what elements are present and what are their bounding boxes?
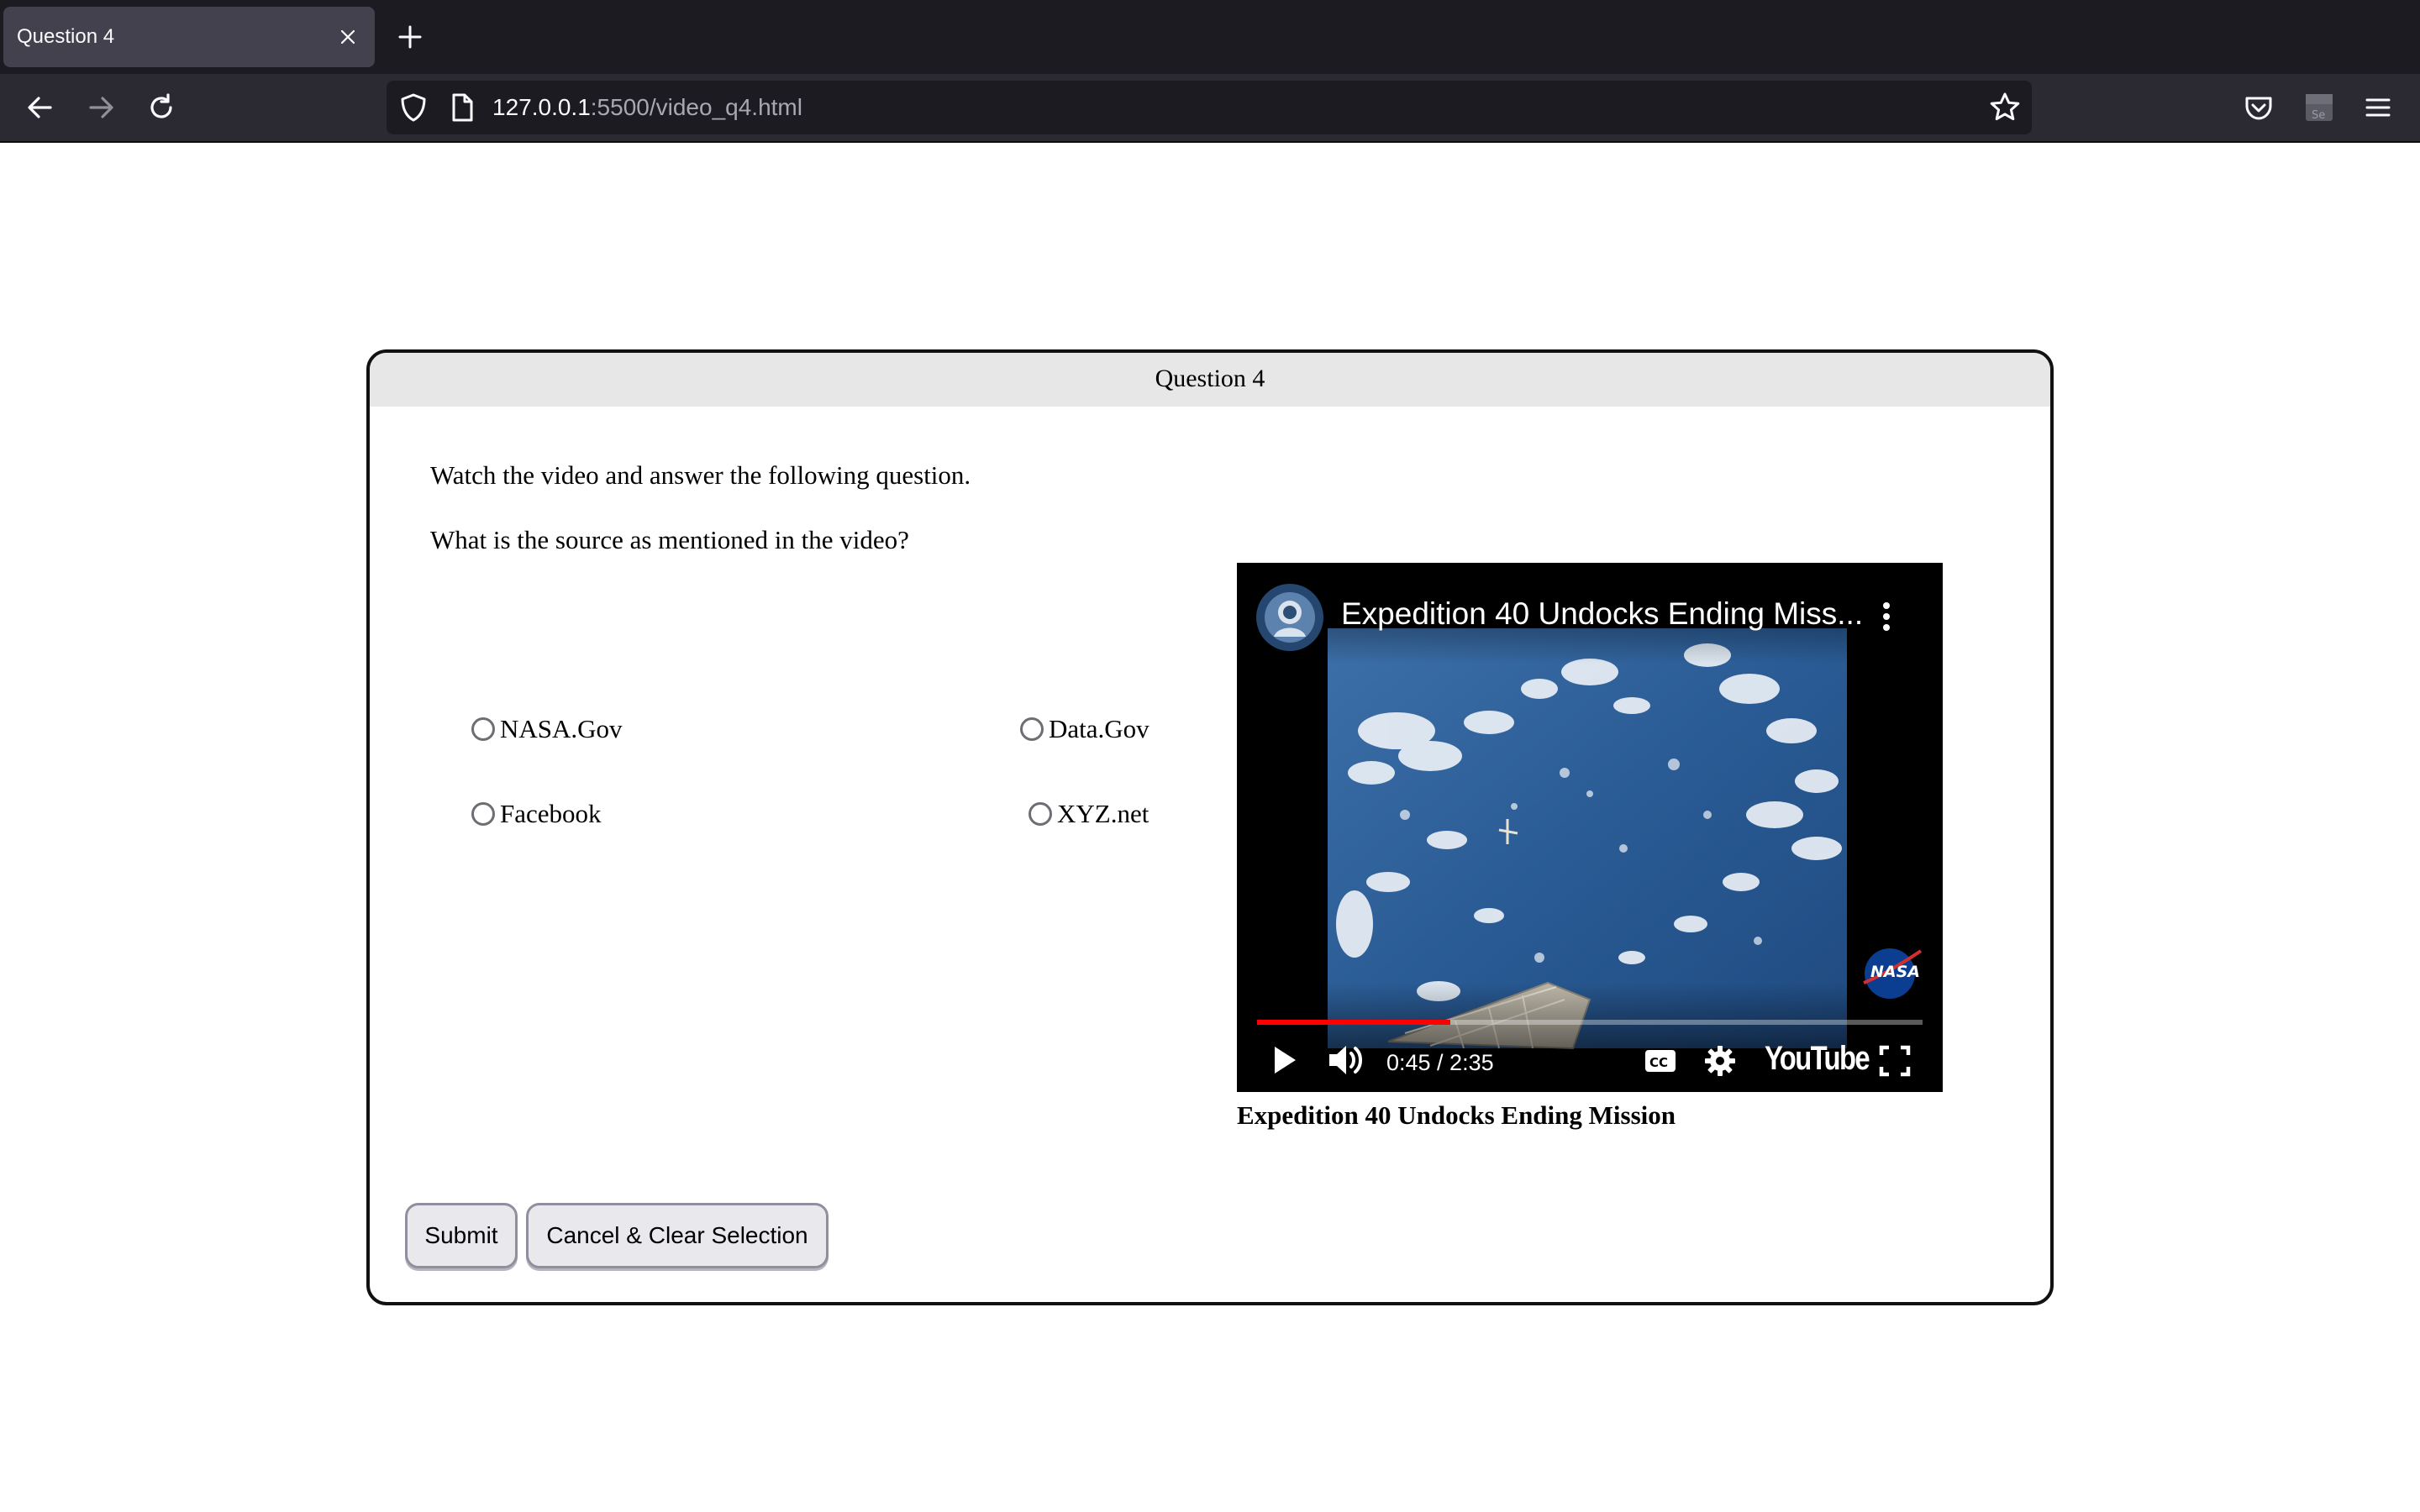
progress-fill [1257,1020,1450,1025]
url-host: 127.0.0.1 [492,94,591,120]
tab-active[interactable]: Question 4 [3,7,375,67]
progress-track[interactable] [1257,1020,1923,1025]
option-nasa-gov[interactable]: NASA.Gov [471,711,623,748]
tab-title: Question 4 [17,25,115,48]
video-title[interactable]: Expedition 40 Undocks Ending Miss... [1341,596,1863,632]
volume-icon[interactable] [1328,1043,1365,1077]
play-icon[interactable] [1272,1045,1297,1075]
extension-icon[interactable]: Se [2301,89,2338,126]
channel-avatar[interactable] [1255,583,1324,652]
option-xyz-net[interactable]: XYZ.net [1028,795,1149,832]
option-facebook[interactable]: Facebook [471,795,602,832]
page-icon[interactable] [445,91,479,124]
option-label: XYZ.net [1057,799,1150,828]
menu-icon[interactable] [2360,89,2396,126]
star-icon[interactable] [1986,89,2023,126]
radio-button[interactable] [1028,802,1052,826]
card-header: Question 4 [370,353,2050,407]
cc-icon[interactable]: CC [1644,1048,1677,1074]
youtube-logo[interactable]: YouTube [1765,1040,1870,1078]
shield-icon[interactable] [397,91,430,124]
svg-text:CC: CC [1649,1055,1668,1070]
video-frame[interactable] [1237,563,1943,1092]
back-icon[interactable] [22,89,59,126]
submit-button[interactable]: Submit [405,1203,518,1268]
url-text[interactable]: 127.0.0.1:5500/video_q4.html [492,81,802,134]
reload-icon[interactable] [143,89,180,126]
question-prompt: What is the source as mentioned in the v… [430,525,909,554]
forward-icon[interactable] [82,89,119,126]
video-time: 0:45 / 2:35 [1386,1050,1494,1075]
question-card: Question 4 Watch the video and answer th… [366,349,2054,1305]
option-label: Data.Gov [1049,714,1150,743]
svg-text:Se: Se [2312,109,2325,122]
cancel-clear-button[interactable]: Cancel & Clear Selection [526,1203,829,1268]
radio-button[interactable] [1020,717,1044,741]
settings-icon[interactable] [1704,1045,1736,1077]
pocket-icon[interactable] [2240,89,2277,126]
fullscreen-icon[interactable] [1879,1045,1911,1077]
instruction-text: Watch the video and answer the following… [430,460,971,490]
close-icon[interactable] [338,27,358,47]
video-caption: Expedition 40 Undocks Ending Mission [1237,1100,1676,1130]
nasa-watermark: NASA [1870,963,1920,981]
option-label: Facebook [500,799,602,828]
radio-button[interactable] [471,717,495,741]
url-path: :5500/video_q4.html [590,94,802,120]
plus-icon[interactable] [393,20,427,54]
kebab-menu-icon[interactable] [1881,601,1892,632]
radio-button[interactable] [471,802,495,826]
video-player[interactable]: Expedition 40 Undocks Ending Miss... NAS… [1237,563,1943,1092]
tab-strip: Question 4 [0,0,2420,74]
option-label: NASA.Gov [500,714,623,743]
option-data-gov[interactable]: Data.Gov [1020,711,1150,748]
